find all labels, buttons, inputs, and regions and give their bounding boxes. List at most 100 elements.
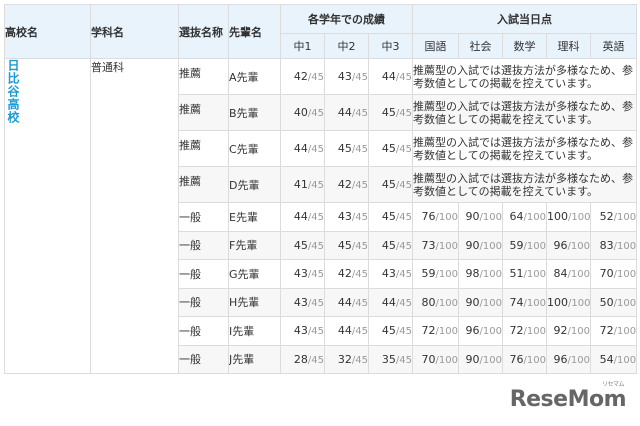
exam-cell: 52/100 <box>589 202 638 232</box>
table-row: 日比谷高校 普通科 推薦 A先輩 42/45 43/45 44/45 推薦型の入試では選抜方法… <box>4 58 638 374</box>
exam-value: 96 <box>553 352 568 366</box>
senior-cell: D先輩 <box>228 166 281 203</box>
exam-cell: 72/100 <box>589 316 638 346</box>
grade-max: /45 <box>351 212 368 224</box>
grade-max: /45 <box>307 72 324 83</box>
exam-max: /100 <box>567 240 590 252</box>
header-subject-japanese: 国語 <box>412 33 459 59</box>
grade-value: 43 <box>293 267 308 281</box>
senior-cell: C先輩 <box>228 130 281 167</box>
department-cell: 普通科 <box>90 58 179 374</box>
grade-max: /45 <box>351 326 368 338</box>
grade-max: /45 <box>351 72 368 83</box>
exam-max: /100 <box>479 297 502 309</box>
exam-value: 54 <box>599 352 614 366</box>
grade-value: 45 <box>337 238 352 252</box>
exam-cell: 72/100 <box>412 316 459 346</box>
school-name-link[interactable]: 日比谷高校 <box>6 60 23 125</box>
exam-cell: 90/100 <box>458 230 503 260</box>
grade-value: 45 <box>337 142 352 155</box>
senior-cell: F先輩 <box>228 230 281 260</box>
exam-value: 70 <box>421 352 436 366</box>
exam-max: /100 <box>479 354 502 366</box>
grade-value: 43 <box>293 324 308 338</box>
grade-max: /45 <box>351 269 368 281</box>
exam-value: 96 <box>553 238 568 252</box>
exam-cell: 54/100 <box>589 344 638 374</box>
exam-cell: 96/100 <box>546 230 591 260</box>
grade-max: /45 <box>395 72 412 83</box>
grade-value: 43 <box>337 210 352 224</box>
grade-max: /45 <box>307 297 324 309</box>
grade-max: /45 <box>395 108 412 119</box>
header-subject-math: 数学 <box>502 33 547 59</box>
grade-cell: 42/45 <box>324 166 369 203</box>
grade-max: /45 <box>307 240 324 252</box>
exam-cell: 92/100 <box>546 316 591 346</box>
grade-cell: 45/45 <box>280 230 325 260</box>
grade-max: /45 <box>307 212 324 224</box>
exam-max: /100 <box>435 269 458 281</box>
exam-cell: 83/100 <box>589 230 638 260</box>
exam-value: 90 <box>465 352 480 366</box>
exam-cell: 100/100 <box>546 202 591 232</box>
grade-max: /45 <box>351 180 368 191</box>
exam-value: 59 <box>509 238 524 252</box>
exam-value: 59 <box>421 267 436 281</box>
exam-value: 90 <box>465 210 480 224</box>
grade-value: 44 <box>381 295 396 309</box>
exam-max: /100 <box>523 212 546 224</box>
exam-value: 72 <box>509 324 524 338</box>
exam-cell: 90/100 <box>458 344 503 374</box>
grade-max: /45 <box>395 354 412 366</box>
grade-max: /45 <box>307 108 324 119</box>
selection-cell: 一般 <box>178 230 229 260</box>
grade-value: 45 <box>381 238 396 252</box>
header-grade-1: 中1 <box>280 33 325 59</box>
selection-cell: 一般 <box>178 259 229 289</box>
exam-max: /100 <box>613 269 637 281</box>
exam-max: /100 <box>613 297 637 309</box>
grade-value: 32 <box>337 352 352 366</box>
senior-cell: G先輩 <box>228 259 281 289</box>
exam-cell: 50/100 <box>589 287 638 317</box>
grade-cell: 44/45 <box>324 287 369 317</box>
header-school: 高校名 <box>4 4 91 59</box>
exam-value: 92 <box>553 324 568 338</box>
grade-value: 42 <box>337 267 352 281</box>
senior-cell: B先輩 <box>228 94 281 131</box>
grade-cell: 43/45 <box>280 316 325 346</box>
grade-max: /45 <box>351 354 368 366</box>
recommendation-note: 推薦型の入試では選抜方法が多様なため、参考数値としての掲載を控えています。 <box>411 94 638 131</box>
exam-max: /100 <box>435 212 458 224</box>
exam-max: /100 <box>523 297 546 309</box>
grade-value: 44 <box>337 324 352 338</box>
grade-value: 45 <box>381 142 396 155</box>
exam-value: 70 <box>599 267 614 281</box>
exam-max: /100 <box>613 212 637 224</box>
grade-value: 44 <box>293 142 308 155</box>
exam-value: 100 <box>547 210 569 224</box>
grade-cell: 44/45 <box>368 287 413 317</box>
exam-max: /100 <box>435 326 458 338</box>
grade-value: 45 <box>381 106 396 119</box>
exam-cell: 84/100 <box>546 259 591 289</box>
header-exam-group: 入試当日点 <box>411 4 638 34</box>
exam-value: 51 <box>509 267 524 281</box>
exam-value: 83 <box>599 238 614 252</box>
exam-cell: 96/100 <box>458 316 503 346</box>
exam-max: /100 <box>613 326 637 338</box>
grade-max: /45 <box>395 297 412 309</box>
exam-max: /100 <box>567 326 590 338</box>
exam-cell: 59/100 <box>412 259 459 289</box>
resemom-logo: リセマム ReseMom <box>510 381 627 412</box>
exam-max: /100 <box>567 354 590 366</box>
grade-max: /45 <box>395 180 412 191</box>
exam-value: 52 <box>599 210 614 224</box>
exam-cell: 73/100 <box>412 230 459 260</box>
header-subject-science: 理科 <box>546 33 591 59</box>
grade-value: 44 <box>337 106 352 119</box>
grade-cell: 28/45 <box>280 344 325 374</box>
exam-value: 80 <box>421 295 436 309</box>
grade-value: 35 <box>381 352 396 366</box>
